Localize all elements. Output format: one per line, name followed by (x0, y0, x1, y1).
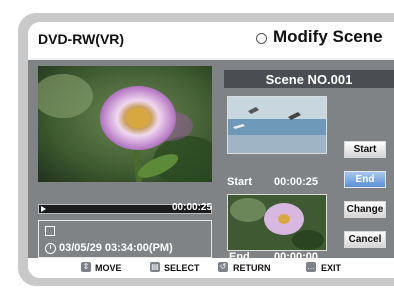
elapsed-time: 00:00:25 (172, 202, 213, 213)
header-bar: DVD-RW(VR) Modify Scene (28, 22, 394, 58)
disc-type-title: DVD-RW(VR) (38, 31, 125, 47)
move-arrows-icon: ⇕ (81, 262, 91, 272)
footer-bar: ⇕ MOVE ▤ SELECT ↺ RETURN … EXIT (28, 258, 394, 278)
return-hint: RETURN (233, 263, 271, 273)
start-button[interactable]: Start (344, 141, 386, 158)
play-icon (41, 206, 46, 212)
end-thumbnail (227, 194, 327, 251)
circle-icon (256, 33, 267, 44)
recording-datetime: 03/05/29 03:34:00(PM) (59, 242, 173, 254)
cancel-button[interactable]: Cancel (344, 231, 386, 248)
scene-title: Scene NO.001 (265, 72, 353, 87)
start-label: Start (227, 176, 253, 188)
change-button[interactable]: Change (344, 201, 386, 218)
mode-title: Modify Scene (273, 27, 383, 46)
start-thumbnail (227, 96, 327, 154)
clock-icon (45, 243, 56, 254)
start-time: 00:00:25 (274, 176, 319, 188)
move-hint: MOVE (95, 263, 122, 273)
video-preview (38, 66, 212, 182)
return-icon: ↺ (218, 262, 228, 272)
select-icon: ▤ (150, 262, 160, 272)
exit-icon: … (306, 262, 316, 272)
menu-panel: DVD-RW(VR) Modify Scene 00:00:25 03/05/2… (28, 22, 394, 278)
seascape-image (228, 97, 326, 153)
checkbox-icon (45, 226, 55, 236)
select-hint: SELECT (164, 263, 200, 273)
exit-hint: EXIT (321, 263, 342, 273)
flower-thumbnail-image (228, 195, 326, 250)
end-button[interactable]: End (344, 171, 386, 188)
main-area: 00:00:25 03/05/29 03:34:00(PM) Scene NO.… (28, 60, 394, 263)
flower-image (38, 66, 212, 182)
info-box: 03/05/29 03:34:00(PM) (38, 220, 212, 258)
scene-header: Scene NO.001 (224, 70, 394, 88)
